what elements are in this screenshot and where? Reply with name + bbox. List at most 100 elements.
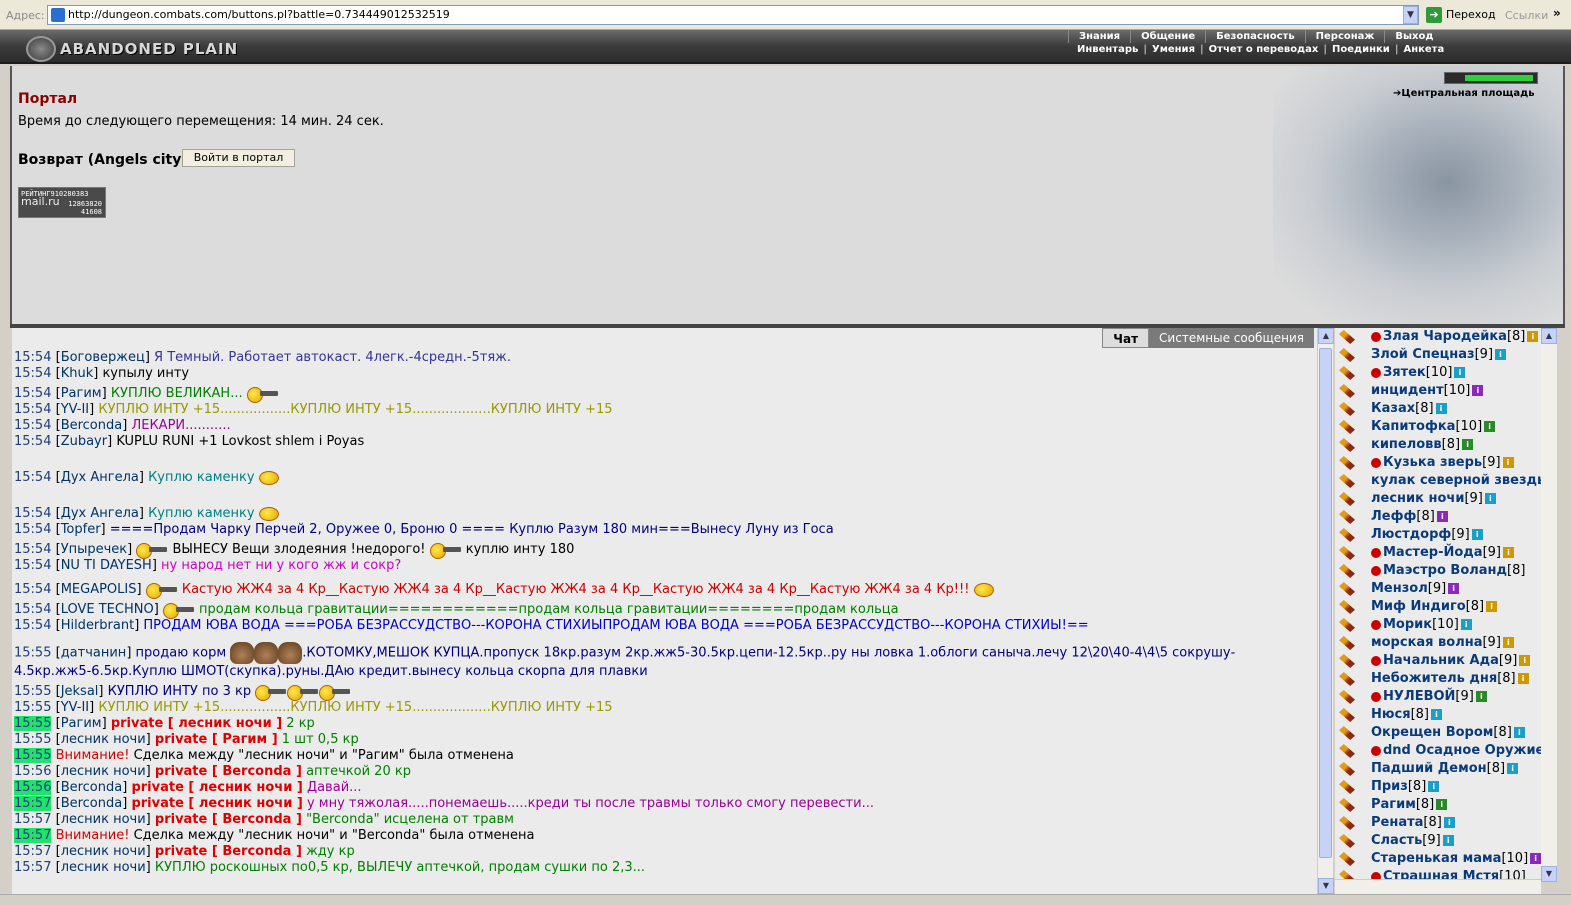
fight-icon[interactable] — [1339, 672, 1355, 686]
user-name[interactable]: Старенькая мама — [1371, 851, 1501, 866]
fight-icon[interactable] — [1339, 654, 1355, 668]
menu-knowledge[interactable]: Знания — [1068, 30, 1130, 43]
user-name[interactable]: Люстдорф — [1371, 527, 1451, 542]
menu-communication[interactable]: Общение — [1130, 30, 1205, 43]
enter-portal-button[interactable]: Войти в портал — [182, 149, 295, 167]
fight-icon[interactable] — [1339, 816, 1355, 830]
url-dropdown-button[interactable]: ▼ — [1403, 6, 1418, 24]
user-name[interactable]: кипеловв — [1371, 437, 1442, 452]
info-icon[interactable]: i — [1462, 439, 1474, 450]
user-item[interactable]: Люстдорф[9] i — [1335, 526, 1557, 544]
user-item[interactable]: Кузька зверь[9] i — [1335, 454, 1557, 472]
user-name[interactable]: инцидент — [1371, 383, 1444, 398]
chat-nick[interactable]: Khuk — [61, 366, 94, 381]
fight-icon[interactable] — [1339, 420, 1355, 434]
chat-private-tag[interactable]: private [ лесник ночи ] — [111, 716, 282, 731]
scroll-up-button[interactable]: ▲ — [1318, 328, 1334, 344]
user-name[interactable]: Мастер-Йода — [1383, 545, 1483, 560]
info-icon[interactable]: i — [1471, 529, 1483, 540]
user-name[interactable]: морская волна — [1371, 635, 1482, 650]
chat-nick[interactable]: Jeksal — [61, 684, 99, 699]
users-hscrollbar[interactable] — [1335, 879, 1541, 894]
chat-private-tag[interactable]: private [ лесник ночи ] — [131, 780, 302, 795]
info-icon[interactable]: i — [1484, 421, 1496, 432]
info-icon[interactable]: i — [1507, 763, 1519, 774]
fight-icon[interactable] — [1339, 582, 1355, 596]
user-item[interactable]: лесник ночи[9] i — [1335, 490, 1557, 508]
user-item[interactable]: Морик[10] i — [1335, 616, 1557, 634]
chat-private-tag[interactable]: private [ Berconda ] — [155, 844, 302, 859]
fight-icon[interactable] — [1339, 564, 1355, 578]
fight-icon[interactable] — [1339, 726, 1355, 740]
info-icon[interactable]: i — [1435, 403, 1447, 414]
info-icon[interactable]: i — [1436, 799, 1448, 810]
rating-counter[interactable]: РЕЙТИНГ910280383 mail.ru 12863820 41608 — [18, 187, 106, 218]
fight-icon[interactable] — [1339, 528, 1355, 542]
tab-chat[interactable]: Чат — [1102, 328, 1150, 348]
fight-icon[interactable] — [1339, 366, 1355, 380]
fight-icon[interactable] — [1339, 636, 1355, 650]
user-name[interactable]: Сласть — [1371, 833, 1422, 848]
chat-nick[interactable]: Рагим — [61, 386, 102, 401]
user-item[interactable]: Казах[8] i — [1335, 400, 1557, 418]
fight-icon[interactable] — [1339, 456, 1355, 470]
menu-character[interactable]: Персонаж — [1304, 30, 1385, 43]
chat-nick[interactable]: Berconda — [61, 796, 123, 811]
user-item[interactable]: НУЛЕВОЙ[9] i — [1335, 688, 1557, 706]
fight-icon[interactable] — [1339, 762, 1355, 776]
chat-nick[interactable]: LOVE TECHNO — [61, 602, 154, 617]
info-icon[interactable]: i — [1486, 601, 1498, 612]
user-name[interactable]: Мензол — [1371, 581, 1428, 596]
user-name[interactable]: Рагим — [1371, 797, 1416, 812]
chat-nick[interactable]: лесник ночи — [61, 764, 146, 779]
user-name[interactable]: Капитофка — [1371, 419, 1455, 434]
user-name[interactable]: Лефф — [1371, 509, 1416, 524]
info-icon[interactable]: i — [1448, 583, 1460, 594]
user-item[interactable]: Лефф[8] i — [1335, 508, 1557, 526]
chat-scrollbar[interactable]: ▲ ▼ — [1317, 328, 1334, 894]
menu-battles[interactable]: Поединки — [1327, 43, 1395, 56]
chat-nick[interactable]: лесник ночи — [61, 732, 146, 747]
chat-nick[interactable]: Дух Ангела — [61, 506, 139, 521]
chat-nick[interactable]: Topfer — [61, 522, 101, 537]
user-name[interactable]: Казах — [1371, 401, 1415, 416]
chat-nick[interactable]: лесник ночи — [61, 860, 146, 875]
scroll-thumb[interactable] — [1319, 348, 1332, 858]
info-icon[interactable]: i — [1502, 547, 1514, 558]
info-icon[interactable]: i — [1527, 331, 1539, 342]
user-item[interactable]: кипеловв[8] i — [1335, 436, 1557, 454]
user-item[interactable]: Рагим[8] i — [1335, 796, 1557, 814]
chat-nick[interactable]: лесник ночи — [61, 812, 146, 827]
location-link[interactable]: ➔Центральная площадь — [1393, 88, 1535, 99]
user-name[interactable]: Злой Спецназ — [1371, 347, 1475, 362]
user-item[interactable]: Миф Индиго[8] i — [1335, 598, 1557, 616]
user-item[interactable]: Маэстро Воланд[8] — [1335, 562, 1557, 580]
chat-nick[interactable]: MEGAPOLIS — [61, 582, 137, 597]
user-item[interactable]: dnd Осадное Оружие — [1335, 742, 1557, 760]
fight-icon[interactable] — [1339, 402, 1355, 416]
user-item[interactable]: Зятек[10] i — [1335, 364, 1557, 382]
fight-icon[interactable] — [1339, 546, 1355, 560]
chat-nick[interactable]: NU TI DAYESH — [61, 558, 152, 573]
chat-nick[interactable]: лесник ночи — [61, 844, 146, 859]
info-icon[interactable]: i — [1428, 781, 1440, 792]
user-name[interactable]: Начальник Ада — [1383, 653, 1499, 668]
fight-icon[interactable] — [1339, 600, 1355, 614]
go-button[interactable]: ➔ Переход — [1424, 5, 1496, 25]
fight-icon[interactable] — [1339, 492, 1355, 506]
user-item[interactable]: Небожитель дня[8] i — [1335, 670, 1557, 688]
fight-icon[interactable] — [1339, 474, 1355, 488]
chat-nick[interactable]: Berconda — [61, 780, 123, 795]
url-input[interactable]: http://dungeon.combats.com/buttons.pl?ba… — [47, 5, 1419, 25]
info-icon[interactable]: i — [1431, 709, 1442, 720]
user-name[interactable]: dnd Осадное Оружие — [1383, 743, 1544, 758]
user-item[interactable]: Старенькая мама[10] i — [1335, 850, 1557, 868]
users-scroll-down-button[interactable]: ▼ — [1541, 866, 1557, 882]
info-icon[interactable]: i — [1530, 853, 1542, 864]
chat-nick[interactable]: Дух Ангела — [61, 470, 139, 485]
user-name[interactable]: лесник ночи — [1371, 491, 1464, 506]
user-item[interactable]: Приз[8] i — [1335, 778, 1557, 796]
user-item[interactable]: Падший Демон[8] i — [1335, 760, 1557, 778]
info-icon[interactable]: i — [1502, 637, 1514, 648]
user-name[interactable]: Небожитель дня — [1371, 671, 1497, 686]
